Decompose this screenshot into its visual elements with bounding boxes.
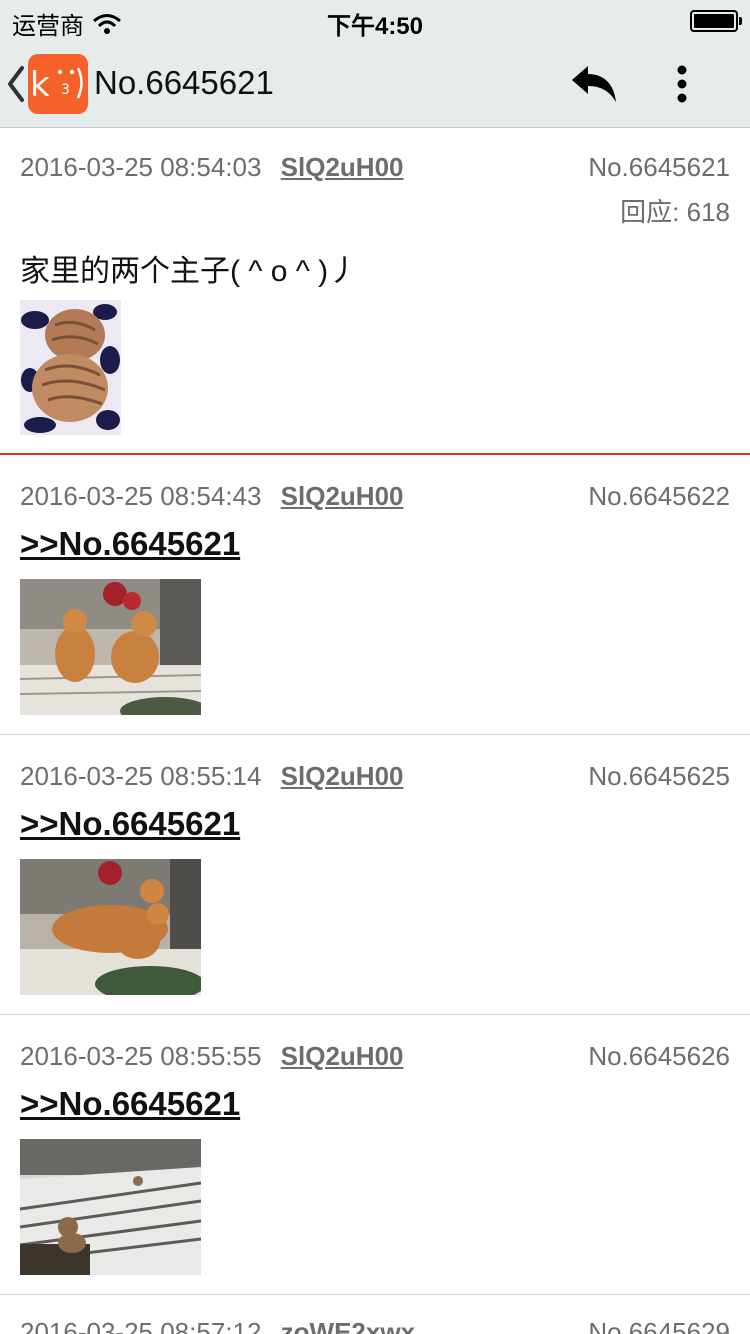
status-bar: 运营商 下午4:50: [0, 0, 750, 40]
post-number[interactable]: No.6645625: [588, 761, 730, 792]
post-datetime: 2016-03-25 08:55:14: [20, 761, 262, 791]
post-image[interactable]: [20, 579, 201, 715]
post-image[interactable]: [20, 300, 121, 435]
page-title: No.6645621: [94, 64, 274, 101]
photo-two-cats-sleeping: [20, 300, 121, 435]
back-chevron-icon[interactable]: [4, 62, 28, 106]
svg-text:k: k: [30, 65, 50, 105]
post-number[interactable]: No.6645622: [588, 481, 730, 512]
status-time: 下午4:50: [326, 13, 424, 40]
post-content: 家里的两个主子( ^ o ^ )丿: [20, 255, 359, 288]
post-datetime: 2016-03-25 08:55:55: [20, 1041, 262, 1071]
svg-text:3: 3: [61, 82, 70, 98]
photo-cats-by-vegetables: [20, 859, 201, 995]
poster-id[interactable]: SlQ2uH00: [281, 152, 404, 182]
reply-icon[interactable]: [570, 64, 618, 104]
reply-post[interactable]: 2016-03-25 08:57:12 zoWE2xwx No.6645629: [0, 1295, 750, 1334]
post-meta: 2016-03-25 08:55:55 SlQ2uH00: [20, 1041, 404, 1072]
thread-list[interactable]: 2016-03-25 08:54:03 SlQ2uH00 No.6645621 …: [0, 128, 750, 1334]
post-number[interactable]: No.6645629: [588, 1317, 730, 1334]
post-meta: 2016-03-25 08:55:14 SlQ2uH00: [20, 761, 404, 792]
quote-link[interactable]: >>No.6645621: [20, 805, 240, 843]
quote-link[interactable]: >>No.6645621: [20, 525, 240, 563]
photo-cat-on-rack: [20, 1139, 201, 1275]
more-options-icon[interactable]: [670, 62, 694, 106]
original-post[interactable]: 2016-03-25 08:54:03 SlQ2uH00 No.6645621 …: [0, 128, 750, 455]
battery-icon: [690, 10, 742, 32]
post-meta: 2016-03-25 08:54:43 SlQ2uH00: [20, 481, 404, 512]
quote-link[interactable]: >>No.6645621: [20, 1085, 240, 1123]
poster-id[interactable]: zoWE2xwx: [281, 1317, 415, 1334]
reply-post[interactable]: 2016-03-25 08:55:55 SlQ2uH00 No.6645626 …: [0, 1015, 750, 1295]
post-datetime: 2016-03-25 08:54:43: [20, 481, 262, 511]
post-number[interactable]: No.6645621: [588, 152, 730, 183]
poster-id[interactable]: SlQ2uH00: [281, 481, 404, 511]
reply-count: 回应: 618: [620, 197, 730, 227]
photo-two-cats-on-table: [20, 579, 201, 715]
reply-post[interactable]: 2016-03-25 08:54:43 SlQ2uH00 No.6645622 …: [0, 455, 750, 735]
nav-bar: k 3 No.6645621: [0, 40, 750, 128]
post-meta: 2016-03-25 08:57:12 zoWE2xwx: [20, 1317, 415, 1334]
post-datetime: 2016-03-25 08:57:12: [20, 1317, 262, 1334]
kaomoji-logo-icon: k 3: [30, 65, 83, 105]
poster-id[interactable]: SlQ2uH00: [281, 761, 404, 791]
reply-post[interactable]: 2016-03-25 08:55:14 SlQ2uH00 No.6645625 …: [0, 735, 750, 1015]
poster-id[interactable]: SlQ2uH00: [281, 1041, 404, 1071]
app-logo[interactable]: k 3: [28, 54, 88, 114]
post-number[interactable]: No.6645626: [588, 1041, 730, 1072]
post-meta: 2016-03-25 08:54:03 SlQ2uH00: [20, 152, 404, 183]
post-image[interactable]: [20, 859, 201, 995]
post-image[interactable]: [20, 1139, 201, 1275]
post-datetime: 2016-03-25 08:54:03: [20, 152, 262, 182]
